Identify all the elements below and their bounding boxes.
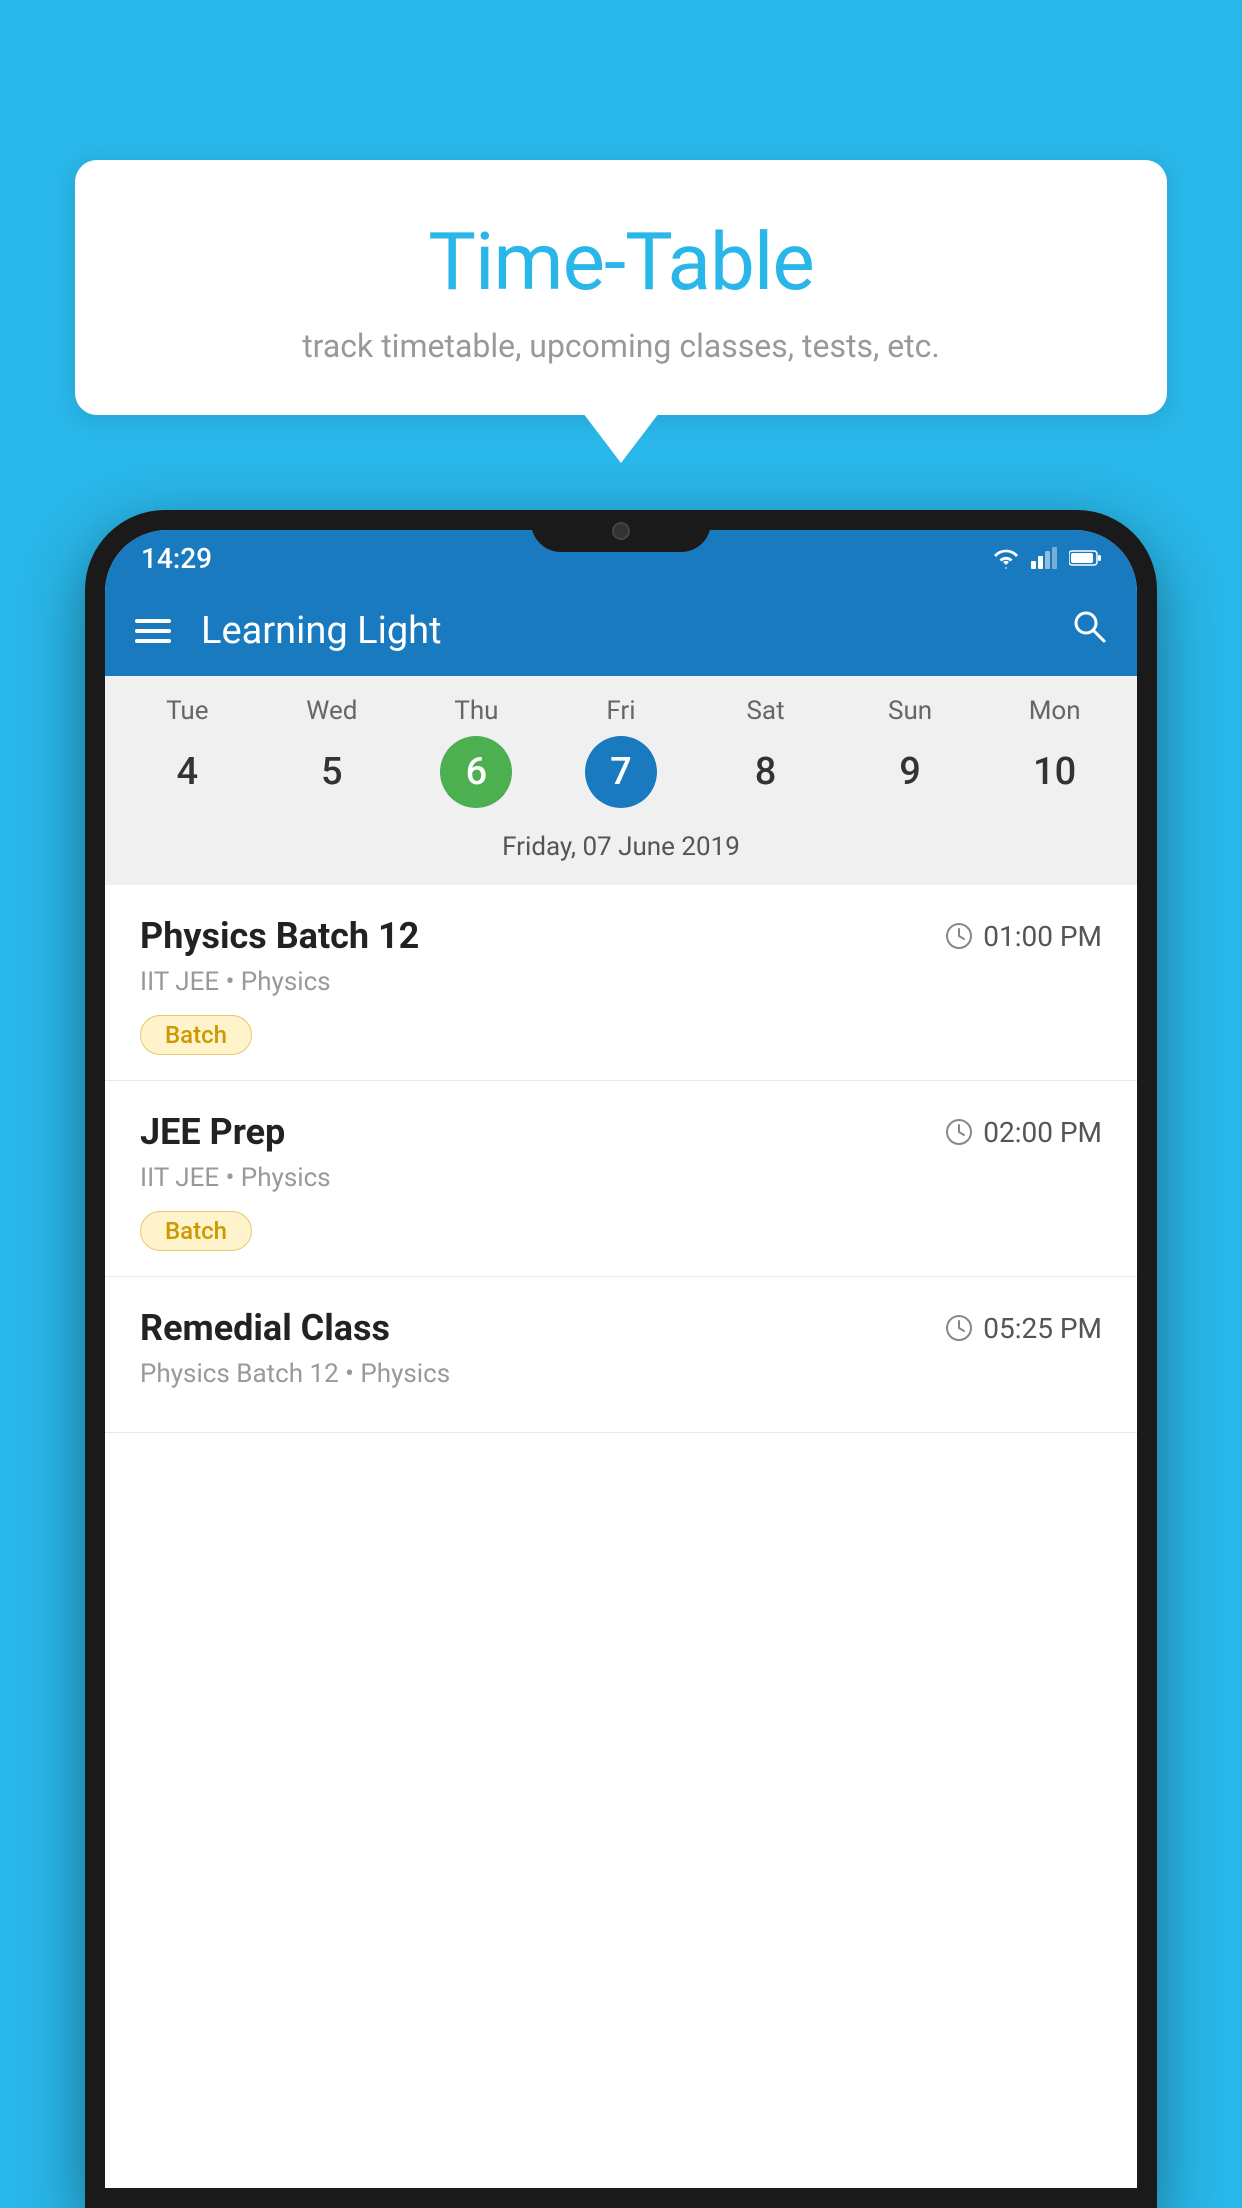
day-label: Fri (606, 696, 635, 726)
hamburger-menu-icon[interactable] (135, 619, 171, 643)
search-icon[interactable] (1071, 608, 1107, 654)
app-bar-left: Learning Light (135, 609, 442, 653)
status-time: 14:29 (141, 542, 212, 575)
schedule-item-header: Remedial Class 05:25 PM (140, 1307, 1102, 1349)
day-label: Sun (888, 696, 932, 726)
days-row: Tue 4 Wed 5 Thu 6 Fri 7 Sat 8 Sun 9 Mon 10 (105, 696, 1137, 808)
schedule-time: 02:00 PM (945, 1116, 1102, 1149)
day-number[interactable]: 6 (440, 736, 512, 808)
phone-frame: 14:29 (85, 510, 1157, 2208)
schedule-meta: Physics Batch 12 • Physics (140, 1359, 1102, 1389)
app-bar: Learning Light (105, 586, 1137, 676)
battery-icon (1069, 549, 1101, 567)
day-label: Sat (746, 696, 784, 726)
schedule-item[interactable]: Physics Batch 12 01:00 PM IIT JEE • Physic… (105, 885, 1137, 1081)
phone-notch (531, 510, 711, 552)
schedule-item-header: JEE Prep 02:00 PM (140, 1111, 1102, 1153)
day-label: Thu (454, 696, 498, 726)
app-title: Learning Light (201, 609, 442, 653)
day-number[interactable]: 7 (585, 736, 657, 808)
schedule-item[interactable]: Remedial Class 05:25 PM Physics Batch 12 •… (105, 1277, 1137, 1433)
day-column-5[interactable]: Wed 5 (267, 696, 397, 808)
day-column-6[interactable]: Thu 6 (411, 696, 541, 808)
schedule-title: Physics Batch 12 (140, 915, 419, 957)
batch-tag: Batch (140, 1015, 252, 1055)
schedule-title: JEE Prep (140, 1111, 285, 1153)
schedule-meta: IIT JEE • Physics (140, 1163, 1102, 1193)
calendar-strip: Tue 4 Wed 5 Thu 6 Fri 7 Sat 8 Sun 9 Mon 10 Friday, 07… (105, 676, 1137, 885)
speech-bubble-container: Time-Table track timetable, upcoming cla… (75, 160, 1167, 415)
speech-bubble: Time-Table track timetable, upcoming cla… (75, 160, 1167, 415)
schedule-time: 05:25 PM (945, 1312, 1102, 1345)
day-number[interactable]: 4 (151, 736, 223, 808)
day-column-8[interactable]: Sat 8 (701, 696, 831, 808)
speech-bubble-subtitle: track timetable, upcoming classes, tests… (135, 327, 1107, 365)
wifi-icon (991, 547, 1021, 569)
schedule-item-header: Physics Batch 12 01:00 PM (140, 915, 1102, 957)
camera-dot (612, 522, 630, 540)
day-number[interactable]: 8 (730, 736, 802, 808)
day-number[interactable]: 9 (874, 736, 946, 808)
clock-icon (945, 1118, 973, 1146)
clock-icon (945, 922, 973, 950)
clock-icon (945, 1314, 973, 1342)
selected-date-label: Friday, 07 June 2019 (105, 818, 1137, 880)
day-column-10[interactable]: Mon 10 (990, 696, 1120, 808)
signal-icon (1031, 547, 1059, 569)
day-column-4[interactable]: Tue 4 (122, 696, 252, 808)
day-number[interactable]: 5 (296, 736, 368, 808)
batch-tag: Batch (140, 1211, 252, 1251)
day-label: Mon (1029, 696, 1081, 726)
schedule-item[interactable]: JEE Prep 02:00 PM IIT JEE • Physics Batch (105, 1081, 1137, 1277)
speech-bubble-title: Time-Table (135, 215, 1107, 309)
schedule-list: Physics Batch 12 01:00 PM IIT JEE • Physic… (105, 885, 1137, 2188)
schedule-title: Remedial Class (140, 1307, 390, 1349)
day-label: Tue (166, 696, 208, 726)
day-number[interactable]: 10 (1019, 736, 1091, 808)
phone-screen: 14:29 (105, 530, 1137, 2188)
day-column-9[interactable]: Sun 9 (845, 696, 975, 808)
status-icons (991, 547, 1101, 569)
day-column-7[interactable]: Fri 7 (556, 696, 686, 808)
schedule-time: 01:00 PM (945, 920, 1102, 953)
day-label: Wed (306, 696, 357, 726)
schedule-meta: IIT JEE • Physics (140, 967, 1102, 997)
